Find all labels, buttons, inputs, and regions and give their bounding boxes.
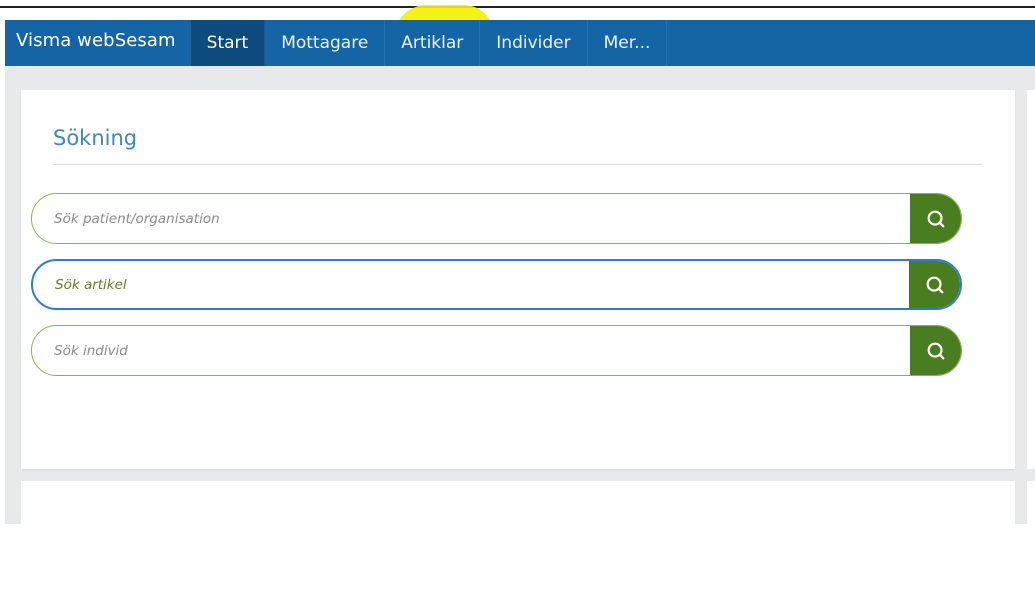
search-individual-input[interactable] xyxy=(32,326,910,375)
brand-logo[interactable]: Visma webSesam xyxy=(5,20,191,60)
main-navbar: Visma webSesam Start Mottagare Artiklar … xyxy=(5,20,1035,66)
search-article-button[interactable] xyxy=(909,261,960,308)
search-patient-button[interactable] xyxy=(910,194,961,243)
search-patient-row xyxy=(31,193,962,244)
search-icon xyxy=(927,210,944,227)
nav-mer[interactable]: Mer... xyxy=(588,20,668,66)
screenshot: Visma webSesam Start Mottagare Artiklar … xyxy=(0,0,1035,605)
nav-individer[interactable]: Individer xyxy=(480,20,588,66)
search-patient-input[interactable] xyxy=(32,194,910,243)
search-icon xyxy=(926,276,943,293)
title-divider xyxy=(53,164,982,165)
nav-mottagare[interactable]: Mottagare xyxy=(265,20,386,66)
search-article-row xyxy=(31,259,962,310)
search-individual-button[interactable] xyxy=(910,326,961,375)
search-individual-row xyxy=(31,325,962,376)
right-panel-edge-2 xyxy=(1027,481,1035,524)
nav-artiklar[interactable]: Artiklar xyxy=(385,20,481,66)
search-icon xyxy=(927,342,944,359)
nav-start[interactable]: Start xyxy=(190,20,266,66)
search-card-title: Sökning xyxy=(53,126,138,150)
top-border xyxy=(0,6,1035,8)
right-panel-edge xyxy=(1027,90,1035,469)
next-card xyxy=(21,481,1015,524)
search-article-input[interactable] xyxy=(33,261,909,308)
